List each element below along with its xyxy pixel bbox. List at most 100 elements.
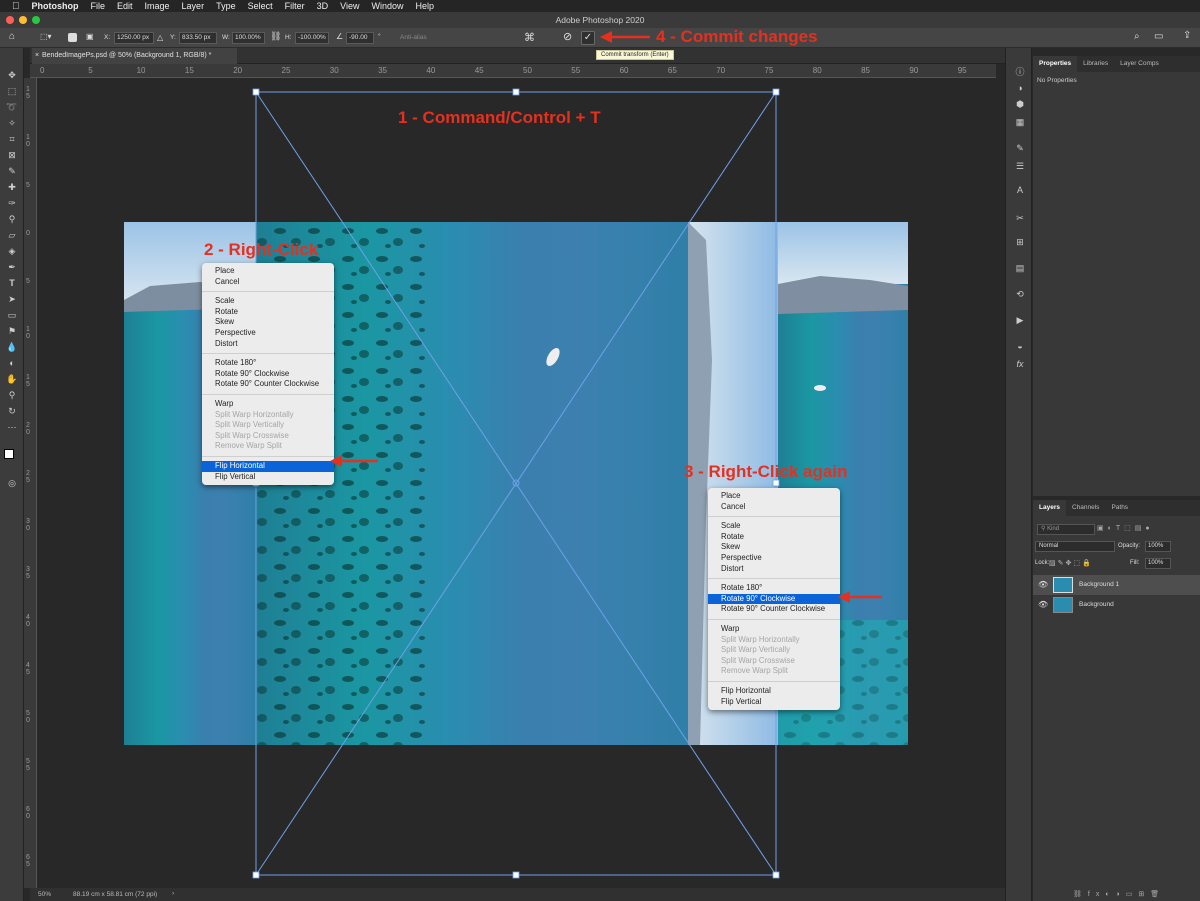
menu-item-rotate-90-clockwise[interactable]: Rotate 90° Clockwise <box>202 369 334 380</box>
blend-mode-select[interactable]: Normal <box>1035 541 1115 552</box>
rectangle-tool-icon[interactable]: ▭ <box>4 308 20 322</box>
styles-icon[interactable]: ◒ <box>1013 340 1027 352</box>
grid-icon[interactable]: ⊞ <box>1013 236 1027 248</box>
layer-row-background[interactable]: 👁 Background <box>1033 595 1200 615</box>
menu-image[interactable]: Image <box>145 1 170 11</box>
more-tools-icon[interactable]: ⋯ <box>4 420 20 434</box>
menu-item-warp[interactable]: Warp <box>202 399 334 410</box>
app-menu[interactable]: Photoshop <box>32 1 79 11</box>
fx-icon[interactable]: fx <box>1013 358 1027 370</box>
document-tab[interactable]: × BendedImagePs.psd @ 50% (Background 1,… <box>32 48 237 64</box>
tab-libraries[interactable]: Libraries <box>1077 56 1114 72</box>
workspace-icon[interactable]: ▭ <box>1154 31 1163 42</box>
visibility-eye-icon[interactable]: 👁 <box>1038 575 1048 595</box>
pen-tool-icon[interactable]: ✒ <box>4 260 20 274</box>
menu-item-place[interactable]: Place <box>202 266 334 277</box>
menu-file[interactable]: File <box>91 1 106 11</box>
stamp-tool-icon[interactable]: ⚑ <box>4 324 20 338</box>
search-icon[interactable]: ⌕ <box>1134 31 1140 42</box>
eraser-tool-icon[interactable]: ▱ <box>4 228 20 242</box>
menu-item-perspective[interactable]: Perspective <box>202 328 334 339</box>
menu-item-scale[interactable]: Scale <box>202 296 334 307</box>
vertical-ruler[interactable]: 1 5 1 0 5 0 5 1 0 1 5 2 0 2 5 3 0 3 5 4 0 4 5 5 0 5 5 6… <box>24 78 37 888</box>
horizontal-ruler[interactable]: 0510152025303540455055606570758085909510 <box>30 64 1015 78</box>
lock-icons[interactable]: ▨✎✥⬚🔒 <box>1049 559 1093 567</box>
menu-3d[interactable]: 3D <box>317 1 329 11</box>
menu-item-rotate-180[interactable]: Rotate 180° <box>708 583 840 594</box>
quick-mask-icon[interactable]: ◎ <box>4 476 20 490</box>
status-menu-arrow-icon[interactable]: › <box>172 890 174 897</box>
menu-item-scale[interactable]: Scale <box>708 521 840 532</box>
properties-icon[interactable]: ☰ <box>1013 160 1027 172</box>
warp-mode-icon[interactable]: ⌘ <box>524 31 535 44</box>
menu-item-skew[interactable]: Skew <box>708 542 840 553</box>
foreground-color-swatch[interactable] <box>4 449 14 459</box>
menu-filter[interactable]: Filter <box>285 1 305 11</box>
zoom-window-button[interactable] <box>32 16 40 24</box>
frame-tool-icon[interactable]: ⊠ <box>4 148 20 162</box>
magic-wand-tool-icon[interactable]: ✧ <box>4 116 20 130</box>
eyedropper-tool-icon[interactable]: ✎ <box>4 164 20 178</box>
menu-layer[interactable]: Layer <box>182 1 205 11</box>
path-selection-tool-icon[interactable]: ➤ <box>4 292 20 306</box>
menu-help[interactable]: Help <box>415 1 434 11</box>
angle-field[interactable]: -90.00 <box>346 32 374 44</box>
menu-item-flip-vertical[interactable]: Flip Vertical <box>202 472 334 483</box>
rotate-view-tool-icon[interactable]: ↻ <box>4 404 20 418</box>
opacity-field[interactable]: 100% <box>1145 541 1171 552</box>
visibility-eye-icon[interactable]: 👁 <box>1038 595 1048 615</box>
layout-icon[interactable]: ▤ <box>1013 262 1027 274</box>
minimize-window-button[interactable] <box>19 16 27 24</box>
tab-properties[interactable]: Properties <box>1033 56 1078 72</box>
healing-brush-tool-icon[interactable]: ✚ <box>4 180 20 194</box>
transform-tool-icon[interactable]: ⬚▾ <box>40 32 52 41</box>
3d-icon[interactable]: ⬢ <box>1013 98 1027 110</box>
clone-stamp-tool-icon[interactable]: ⚲ <box>4 212 20 226</box>
tab-paths[interactable]: Paths <box>1105 500 1134 516</box>
apple-icon[interactable]:  <box>12 1 20 12</box>
link-icon[interactable]: ⛓ <box>270 31 281 42</box>
delta-icon[interactable]: △ <box>157 33 163 42</box>
menu-item-rotate-90-counter-clockwise[interactable]: Rotate 90° Counter Clockwise <box>708 604 840 615</box>
anti-alias-checkbox[interactable]: Anti-alias <box>400 34 427 41</box>
menu-item-rotate[interactable]: Rotate <box>708 532 840 543</box>
menu-item-perspective[interactable]: Perspective <box>708 553 840 564</box>
hand-tool-icon[interactable]: ✋ <box>4 372 20 386</box>
menu-item-rotate-90-clockwise[interactable]: Rotate 90° Clockwise <box>708 593 840 605</box>
layers-footer-icons[interactable]: ⛓fx◐◑▭⊞🗑 <box>1073 890 1165 898</box>
menu-item-flip-horizontal[interactable]: Flip Horizontal <box>202 460 334 472</box>
zoom-tool-icon[interactable]: ⚲ <box>4 388 20 402</box>
canvas-area[interactable] <box>37 78 996 888</box>
menu-type[interactable]: Type <box>216 1 236 11</box>
close-window-button[interactable] <box>6 16 14 24</box>
tab-layer-comps[interactable]: Layer Comps <box>1114 56 1165 72</box>
adjustments-icon[interactable]: ◑ <box>1013 82 1027 94</box>
home-icon[interactable]: ⌂ <box>9 31 15 42</box>
brush-tool-icon[interactable]: ✑ <box>4 196 20 210</box>
y-field[interactable]: 833.50 px <box>179 32 217 44</box>
menu-edit[interactable]: Edit <box>117 1 133 11</box>
menu-select[interactable]: Select <box>248 1 273 11</box>
close-tab-icon[interactable]: × <box>35 48 39 64</box>
paint-bucket-tool-icon[interactable]: ◈ <box>4 244 20 258</box>
cancel-transform-icon[interactable]: ⊘ <box>563 30 572 43</box>
menu-window[interactable]: Window <box>371 1 403 11</box>
document-canvas[interactable] <box>37 78 996 888</box>
menu-item-flip-horizontal[interactable]: Flip Horizontal <box>708 686 840 697</box>
fill-field[interactable]: 100% <box>1145 558 1171 569</box>
layer-name[interactable]: Background <box>1079 595 1114 615</box>
menu-item-distort[interactable]: Distort <box>708 564 840 575</box>
character-icon[interactable]: A <box>1013 184 1027 196</box>
menu-view[interactable]: View <box>340 1 359 11</box>
brush-settings-icon[interactable]: ✎ <box>1013 142 1027 154</box>
width-field[interactable]: 100.00% <box>232 32 265 44</box>
menu-item-distort[interactable]: Distort <box>202 339 334 350</box>
crop-tool-icon[interactable]: ⌗ <box>4 132 20 146</box>
menu-item-flip-vertical[interactable]: Flip Vertical <box>708 697 840 708</box>
actions-icon[interactable]: ▶ <box>1013 314 1027 326</box>
swatches-icon[interactable]: ▦ <box>1013 116 1027 128</box>
menu-item-rotate-90-counter-clockwise[interactable]: Rotate 90° Counter Clockwise <box>202 379 334 390</box>
tab-layers[interactable]: Layers <box>1033 500 1066 516</box>
layer-filter-icons[interactable]: ▣◐T⬚▤● <box>1097 524 1197 535</box>
zoom-level[interactable]: 50% <box>38 891 51 898</box>
